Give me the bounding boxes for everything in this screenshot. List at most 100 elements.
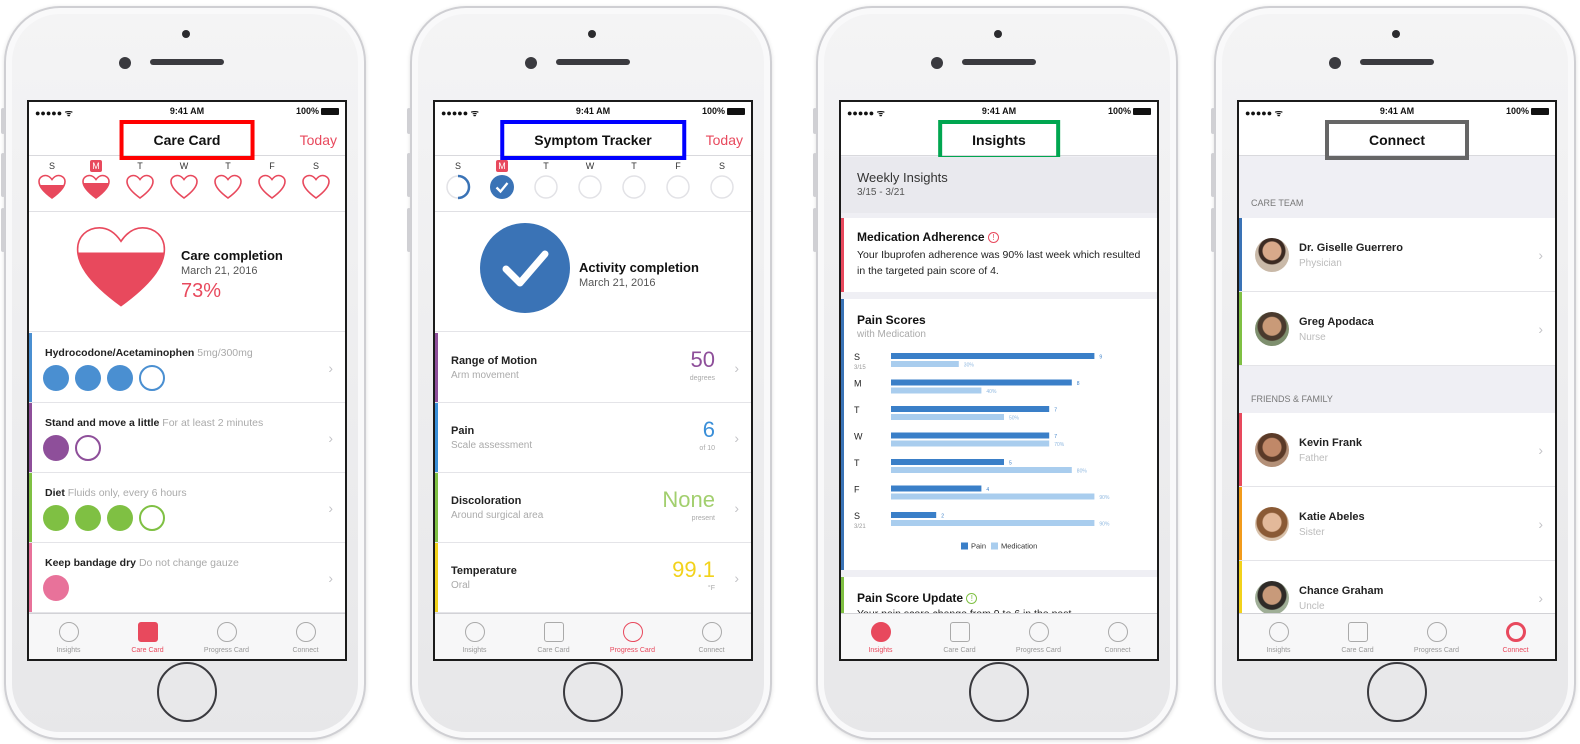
connect-screen: ●●●●● ᯤ 9:41 AM 100% Connect CARE TEAM D… <box>1237 100 1557 661</box>
today-button[interactable]: Today <box>706 132 743 148</box>
tab-label: Progress Card <box>203 647 250 654</box>
contact-row[interactable]: Greg Apodaca Nurse › <box>1239 292 1555 366</box>
care-item-detail: Fluids only, every 6 hours <box>67 487 187 499</box>
row-color-bar <box>29 473 32 542</box>
contact-row[interactable]: Katie Abeles Sister › <box>1239 487 1555 561</box>
dose-circle-empty[interactable] <box>139 365 165 391</box>
day-monday[interactable]: M <box>485 159 519 206</box>
category-label: M <box>854 379 862 389</box>
legend-medication-swatch <box>991 542 998 550</box>
symptom-row[interactable]: Discoloration Around surgical area None … <box>435 473 751 543</box>
tab-insights[interactable]: Insights <box>435 614 514 659</box>
care-card-screen: ●●●●● ᯤ 9:41 AM 100% Care Card Today S M… <box>27 100 347 661</box>
volume-up-button <box>1 153 5 197</box>
diet-circle-done[interactable] <box>75 505 101 531</box>
tab-progress-card[interactable]: Progress Card <box>187 614 266 659</box>
tab-care-card[interactable]: Care Card <box>1318 614 1397 659</box>
care-item-row[interactable]: Keep bandage dry Do not change gauze › <box>29 543 345 613</box>
care-card-icon <box>137 622 158 642</box>
pain-scores-chart: S 3/15 9 30% M 8 40% T 7 50% W 7 70% T 5 80% F 4 90% S 3/21 2… <box>854 352 1110 551</box>
completion-title: Activity completion <box>579 260 699 275</box>
symptom-row[interactable]: Range of Motion Arm movement 50 degrees … <box>435 333 751 403</box>
dose-circle-done[interactable] <box>43 365 69 391</box>
tab-connect[interactable]: Connect <box>1078 614 1157 659</box>
tab-care-card[interactable]: Care Card <box>920 614 999 659</box>
symptom-row[interactable]: Temperature Oral 99.1 °F › <box>435 543 751 613</box>
day-tuesday[interactable]: T <box>529 159 563 206</box>
day-label: T <box>137 161 143 171</box>
symptom-tracker-screen: ●●●●● ᯤ 9:41 AM 100% Symptom Tracker Tod… <box>433 100 753 661</box>
chevron-right-icon: › <box>1538 441 1543 458</box>
care-item-row[interactable]: Hydrocodone/Acetaminophen 5mg/300mg › <box>29 333 345 403</box>
tab-insights[interactable]: Insights <box>841 614 920 659</box>
heart-empty-icon <box>126 174 154 199</box>
day-friday[interactable]: F <box>255 159 289 206</box>
day-wednesday[interactable]: W <box>167 159 201 206</box>
tab-care-card[interactable]: Care Card <box>514 614 593 659</box>
tab-insights[interactable]: Insights <box>29 614 108 659</box>
care-item-detail: 5mg/300mg <box>197 347 253 359</box>
contact-role: Father <box>1299 453 1328 464</box>
home-button[interactable] <box>563 662 623 722</box>
status-bar: ●●●●● ᯤ 9:41 AM 100% <box>29 102 345 120</box>
tab-progress-card[interactable]: Progress Card <box>999 614 1078 659</box>
symptom-value: 6 <box>702 417 715 442</box>
home-button[interactable] <box>157 662 217 722</box>
avatar <box>1255 581 1289 615</box>
dose-circle-done[interactable] <box>75 365 101 391</box>
update-title-line: Pain Score Update ! <box>857 591 978 605</box>
activity-circle-done[interactable] <box>43 435 69 461</box>
care-card-icon <box>543 622 564 642</box>
day-label: F <box>675 161 681 171</box>
day-tuesday[interactable]: T <box>123 159 157 206</box>
day-label: T <box>631 161 637 171</box>
tab-connect[interactable]: Connect <box>1476 614 1555 659</box>
status-bar: ●●●●● ᯤ 9:41 AM 100% <box>841 102 1157 120</box>
home-button[interactable] <box>1367 662 1427 722</box>
day-thursday[interactable]: T <box>211 159 245 206</box>
day-wednesday[interactable]: W <box>573 159 607 206</box>
care-completion-section: Care completion March 21, 2016 73% <box>29 212 345 332</box>
day-sunday[interactable]: S <box>441 159 475 206</box>
day-saturday[interactable]: S <box>705 159 739 206</box>
day-friday[interactable]: F <box>661 159 695 206</box>
tab-connect[interactable]: Connect <box>266 614 345 659</box>
symptom-unit: degrees <box>689 375 715 382</box>
home-button[interactable] <box>969 662 1029 722</box>
diet-circle-done[interactable] <box>107 505 133 531</box>
info-icon: ! <box>966 593 978 604</box>
tab-care-card[interactable]: Care Card <box>108 614 187 659</box>
day-monday[interactable]: M <box>79 159 113 206</box>
dose-circle-done[interactable] <box>107 365 133 391</box>
care-item-row[interactable]: Stand and move a little For at least 2 m… <box>29 403 345 473</box>
tab-progress-card[interactable]: Progress Card <box>593 614 672 659</box>
medication-adherence-card: Medication Adherence ! Your Ibuprofen ad… <box>841 218 1157 292</box>
bandage-circle-done[interactable] <box>43 575 69 601</box>
tab-label: Connect <box>1502 647 1529 654</box>
contact-row[interactable]: Kevin Frank Father › <box>1239 413 1555 487</box>
care-item-row[interactable]: Diet Fluids only, every 6 hours › <box>29 473 345 543</box>
day-sunday[interactable]: S <box>35 159 69 206</box>
contact-row[interactable]: Dr. Giselle Guerrero Physician › <box>1239 218 1555 292</box>
volume-down-button <box>1211 208 1215 252</box>
pain-bar <box>891 459 1004 465</box>
insights-icon <box>1268 622 1289 642</box>
diet-circle-empty[interactable] <box>139 505 165 531</box>
symptom-row[interactable]: Pain Scale assessment 6 of 10 › <box>435 403 751 473</box>
care-item-title: Keep bandage dry <box>45 557 137 569</box>
pain-scores-title: Pain Scores <box>857 313 926 327</box>
page-title: Connect <box>1325 120 1469 160</box>
tab-connect[interactable]: Connect <box>672 614 751 659</box>
day-label: S <box>718 161 725 171</box>
tab-progress-card[interactable]: Progress Card <box>1397 614 1476 659</box>
tab-insights[interactable]: Insights <box>1239 614 1318 659</box>
tab-label: Connect <box>698 647 725 654</box>
activity-circle-empty[interactable] <box>75 435 101 461</box>
phone-connect: ●●●●● ᯤ 9:41 AM 100% Connect CARE TEAM D… <box>1211 6 1576 740</box>
row-color-bar <box>435 543 438 612</box>
today-button[interactable]: Today <box>300 132 337 148</box>
day-thursday[interactable]: T <box>617 159 651 206</box>
diet-circle-done[interactable] <box>43 505 69 531</box>
day-saturday[interactable]: S <box>299 159 333 206</box>
insights-icon <box>870 622 891 642</box>
